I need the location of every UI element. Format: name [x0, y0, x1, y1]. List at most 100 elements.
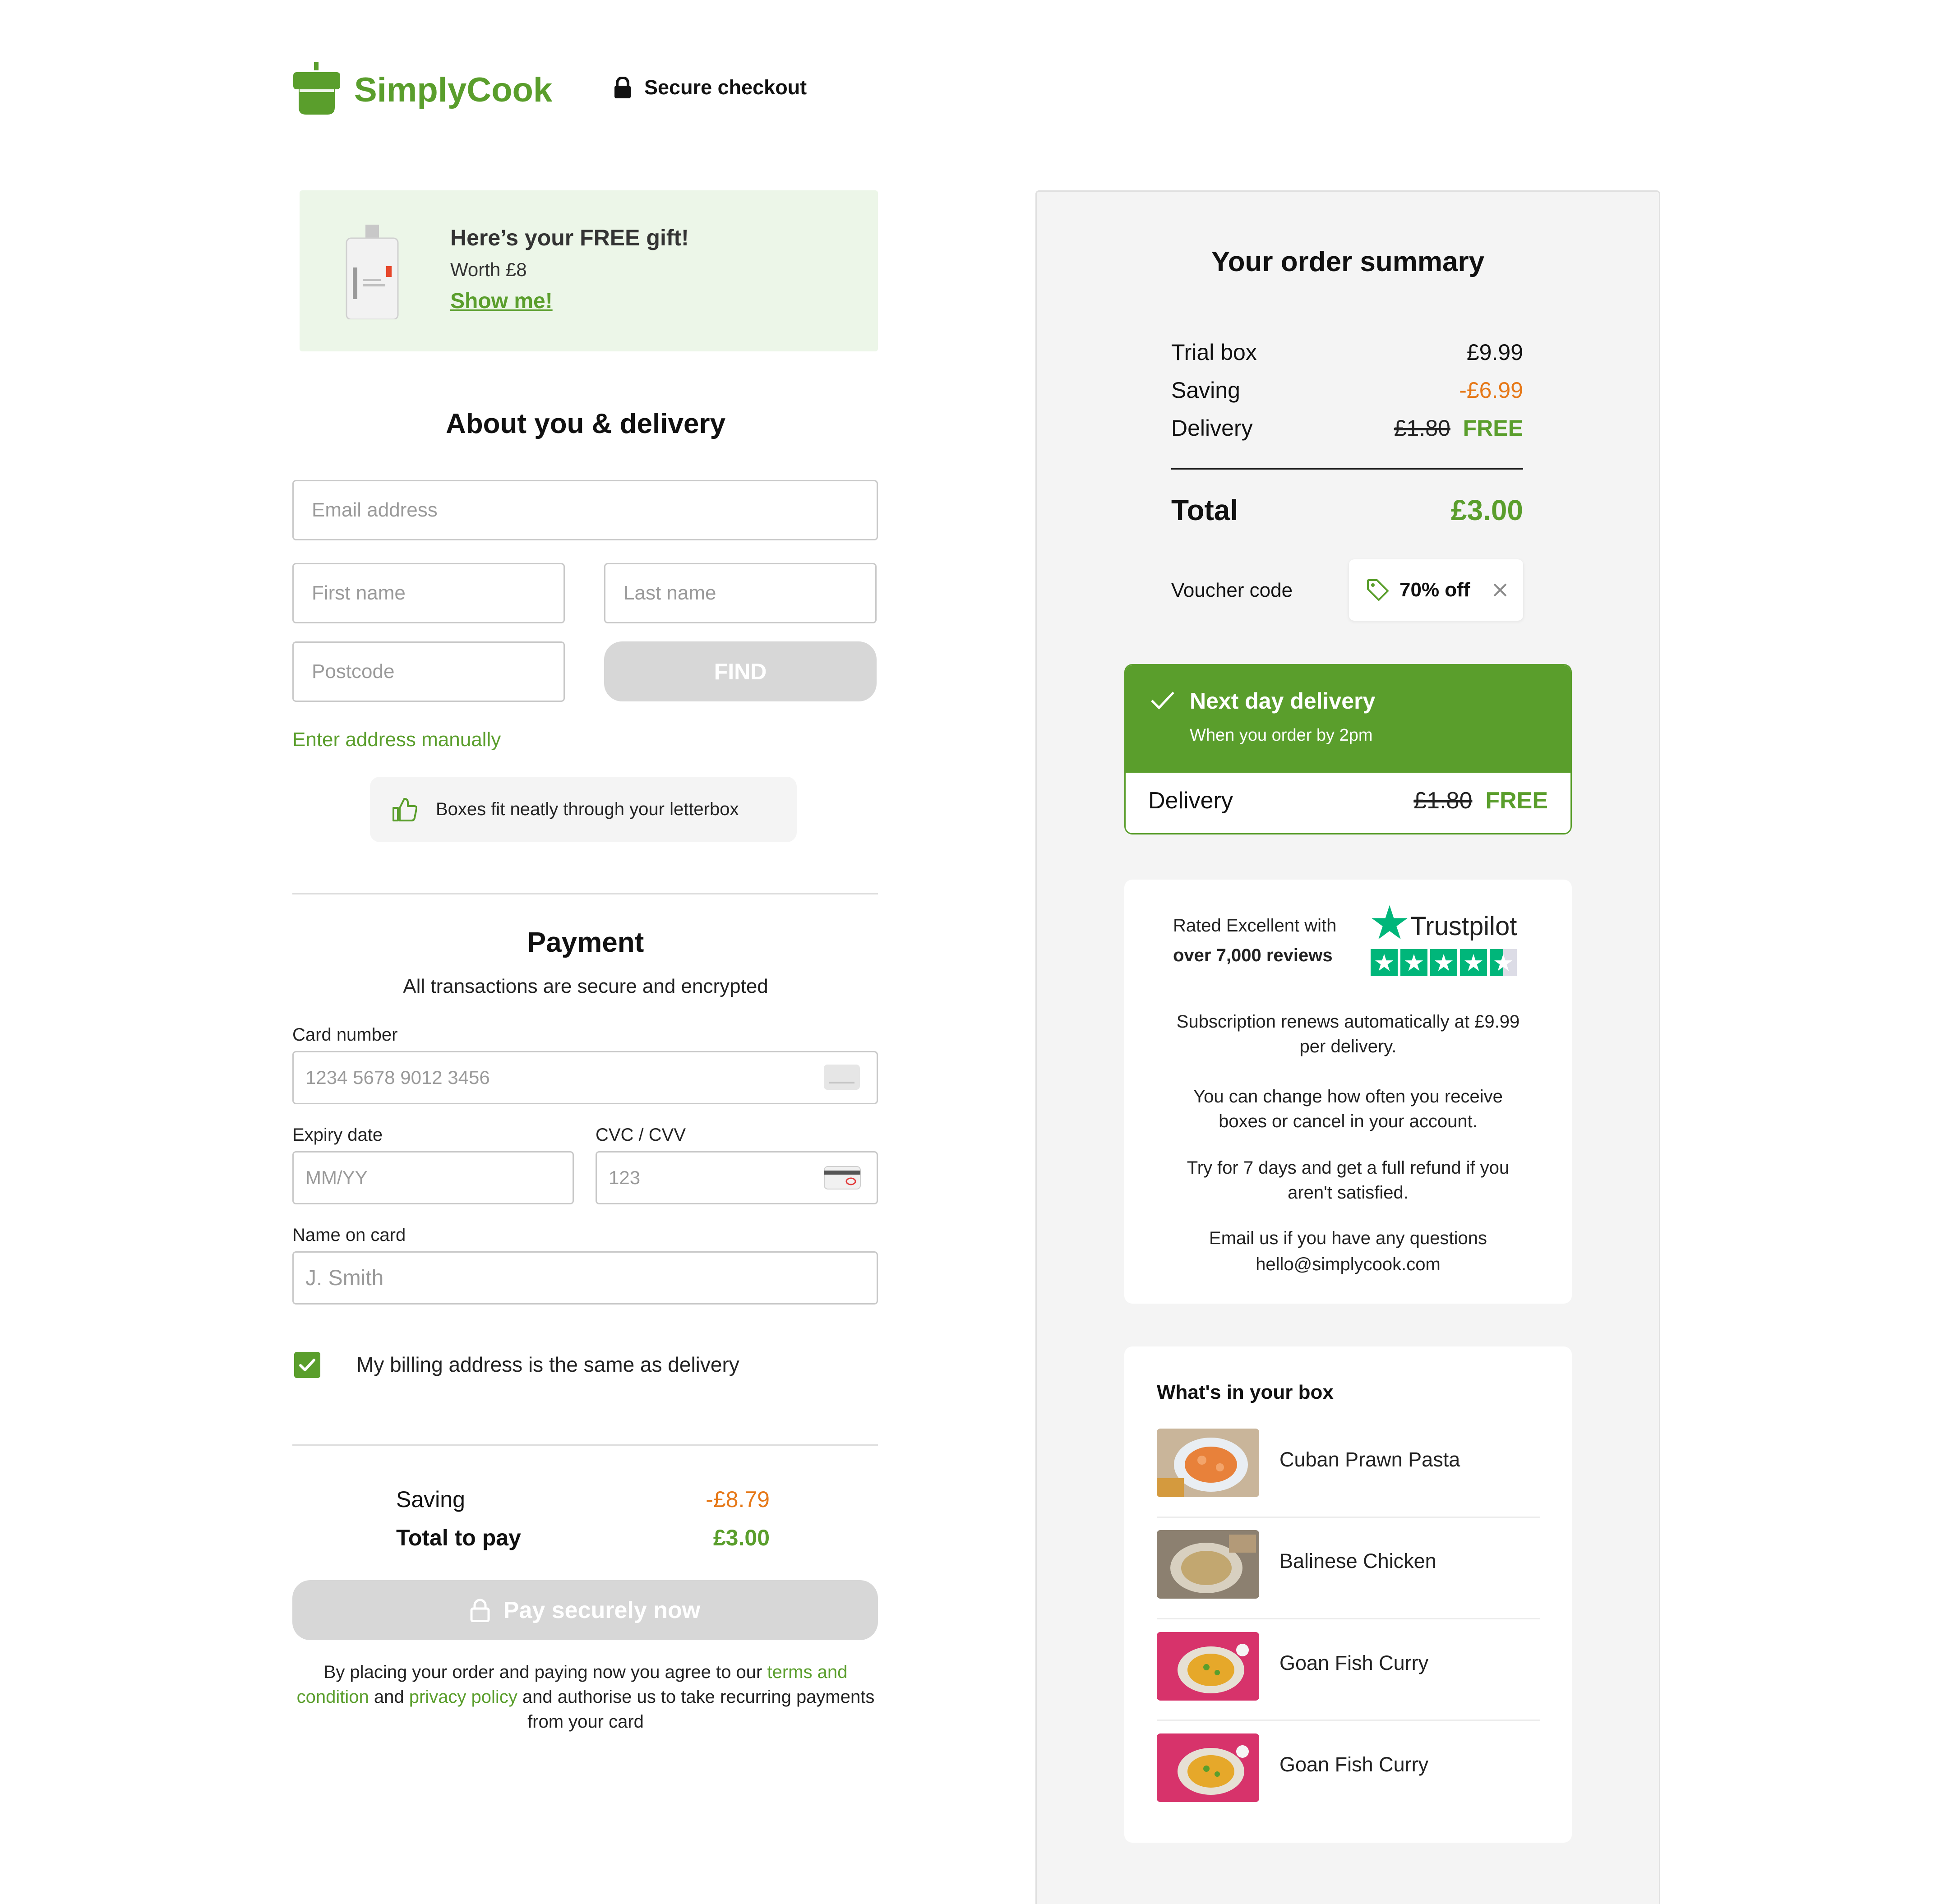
total-value: £3.00 — [1450, 494, 1523, 526]
gift-worth: Worth £8 — [450, 259, 527, 280]
voucher-label: Voucher code — [1171, 579, 1293, 601]
trustpilot-stars — [1371, 949, 1517, 976]
close-icon[interactable] — [1492, 582, 1508, 598]
find-address-button[interactable]: FIND — [604, 641, 877, 701]
check-icon — [299, 1359, 315, 1371]
summary-total: Total £3.00 — [1171, 493, 1523, 527]
total-label: Total — [1171, 494, 1238, 526]
refund-text: Try for 7 days and get a full refund if … — [1187, 1158, 1510, 1203]
legal-suffix: and authorise us to take recurring payme… — [517, 1687, 875, 1732]
divider — [292, 1444, 878, 1446]
recipe-image — [1157, 1429, 1259, 1497]
rated-text: Rated Excellent with — [1173, 916, 1337, 936]
star-icon — [1430, 949, 1457, 976]
privacy-policy-link[interactable]: privacy policy — [409, 1687, 517, 1707]
support-email-link[interactable]: hello@simplycook.com — [1124, 1252, 1572, 1277]
recipe-image — [1157, 1733, 1259, 1802]
simplycook-logo-icon — [293, 62, 340, 115]
delivery-price: FREE — [1485, 788, 1548, 814]
summary-row-label: Delivery — [1171, 415, 1253, 441]
old-delivery-price: £1.80 — [1413, 788, 1473, 814]
email-field[interactable] — [292, 480, 878, 540]
cvc-card-icon — [824, 1166, 861, 1189]
cvc-label: CVC / CVV — [596, 1125, 686, 1145]
recipe-name: Cuban Prawn Pasta — [1279, 1448, 1460, 1471]
change-frequency-text: You can change how often you receive box… — [1193, 1087, 1503, 1131]
show-gift-link[interactable]: Show me! — [450, 289, 553, 313]
billing-same-checkbox[interactable] — [294, 1352, 320, 1378]
total-divider — [1171, 468, 1523, 470]
card-number-label: Card number — [292, 1025, 398, 1045]
recipe-image — [1157, 1530, 1259, 1599]
voucher-value: 70% off — [1399, 579, 1470, 601]
lock-icon — [470, 1599, 490, 1622]
gift-title: Here’s your FREE gift! — [450, 225, 689, 250]
delivery-heading: About you & delivery — [445, 408, 726, 439]
next-day-title: Next day delivery — [1190, 688, 1376, 714]
next-day-prices: £1.80 FREE — [1413, 787, 1548, 814]
total-to-pay-label: Total to pay — [396, 1525, 521, 1550]
billing-same-label[interactable]: My billing address is the same as delive… — [356, 1352, 739, 1377]
pay-button-label: Pay securely now — [503, 1597, 701, 1623]
payment-subheading: All transactions are secure and encrypte… — [403, 975, 768, 997]
half-star-icon — [1490, 949, 1517, 976]
divider — [292, 893, 878, 894]
free-gift-banner: Here’s your FREE gift! Worth £8 Show me! — [300, 190, 878, 351]
next-day-subtitle: When you order by 2pm — [1190, 726, 1373, 745]
summary-row-trial-box: Trial box £9.99 — [1171, 339, 1523, 365]
star-icon — [1371, 949, 1398, 976]
voucher-chip: 70% off — [1349, 559, 1523, 621]
recipe-name: Balinese Chicken — [1279, 1549, 1436, 1572]
enter-address-manually-link[interactable]: Enter address manually — [292, 728, 501, 751]
name-on-card-field[interactable] — [292, 1251, 878, 1305]
last-name-field[interactable] — [604, 563, 877, 623]
summary-row-label: Trial box — [1171, 340, 1257, 365]
box-title: What's in your box — [1157, 1381, 1334, 1403]
saving-value: -£8.79 — [706, 1487, 770, 1512]
letterbox-text: Boxes fit neatly through your letterbox — [436, 799, 739, 819]
legal-prefix: By placing your order and paying now you… — [323, 1662, 767, 1682]
reviews-text: over 7,000 reviews — [1173, 945, 1333, 965]
recipe-image — [1157, 1632, 1259, 1701]
divider — [1157, 1720, 1540, 1721]
order-summary-title: Your order summary — [1211, 246, 1485, 277]
summary-row-value: -£6.99 — [1459, 378, 1523, 403]
star-icon — [1400, 949, 1427, 976]
name-on-card-label: Name on card — [292, 1225, 406, 1245]
saving-label: Saving — [396, 1487, 465, 1512]
recipe-name: Goan Fish Curry — [1279, 1753, 1429, 1776]
trustpilot-star-icon — [1372, 905, 1408, 939]
pay-securely-button[interactable]: Pay securely now — [292, 1580, 878, 1640]
next-day-delivery-label: Delivery — [1148, 788, 1233, 814]
tag-icon — [1367, 579, 1389, 601]
trustpilot-brand: Trustpilot — [1410, 912, 1517, 941]
expiry-date-field[interactable] — [292, 1151, 574, 1204]
summary-row-label: Saving — [1171, 378, 1240, 403]
summary-row-value: £9.99 — [1466, 340, 1523, 365]
next-day-delivery-card[interactable]: Next day delivery When you order by 2pm … — [1124, 664, 1572, 834]
questions-text: Email us if you have any questions — [1209, 1228, 1487, 1248]
card-number-field[interactable] — [292, 1051, 878, 1104]
renewal-text: Subscription renews automatically at £9.… — [1176, 1012, 1520, 1056]
brand-name[interactable]: SimplyCook — [354, 70, 552, 111]
old-delivery-price: £1.80 — [1394, 415, 1450, 441]
postcode-field[interactable] — [292, 641, 565, 702]
star-icon — [1460, 949, 1487, 976]
lock-icon — [614, 77, 631, 98]
secure-checkout: Secure checkout — [614, 76, 807, 99]
next-day-header: Next day delivery When you order by 2pm — [1126, 665, 1570, 773]
summary-row-delivery: Delivery £1.80 FREE — [1171, 415, 1523, 441]
legal-text: By placing your order and paying now you… — [292, 1660, 879, 1734]
check-icon — [1151, 692, 1174, 710]
summary-delivery-prices: £1.80 FREE — [1394, 415, 1523, 441]
gift-product-image — [346, 225, 399, 319]
secure-checkout-label: Secure checkout — [644, 76, 807, 99]
legal-and: and — [369, 1687, 409, 1707]
summary-row-saving: Saving -£6.99 — [1171, 377, 1523, 403]
recipe-name: Goan Fish Curry — [1279, 1651, 1429, 1674]
thumbs-up-icon — [393, 798, 417, 821]
divider — [1157, 1517, 1540, 1518]
payment-heading: Payment — [527, 927, 644, 958]
expiry-label: Expiry date — [292, 1125, 383, 1145]
first-name-field[interactable] — [292, 563, 565, 623]
